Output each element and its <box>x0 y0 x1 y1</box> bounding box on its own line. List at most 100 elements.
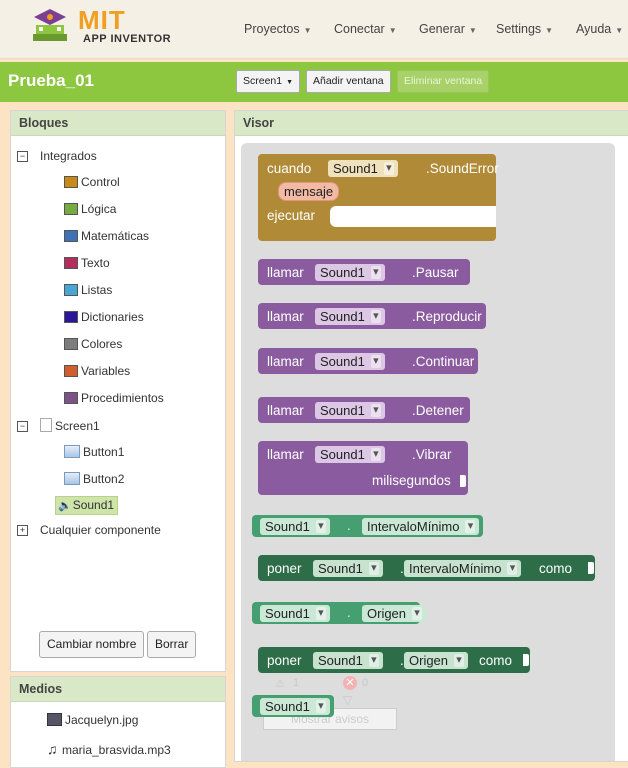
setter-component-dropdown[interactable]: Sound1 <box>313 560 383 577</box>
chevron-down-icon[interactable]: ▽ <box>343 693 352 707</box>
event-do-slot <box>330 206 496 227</box>
screen-icon <box>40 418 52 432</box>
drawer-label: Texto <box>81 256 110 270</box>
collapse-icon[interactable]: − <box>17 421 28 432</box>
call-component-dropdown[interactable]: Sound1 <box>315 446 385 463</box>
tree-any-component-label: Cualquier componente <box>40 523 161 537</box>
tree-builtin-label: Integrados <box>40 149 97 163</box>
dropdown-value: IntervaloMínimo <box>409 561 502 576</box>
warning-icon: ⚠ <box>275 678 285 690</box>
component-button1[interactable]: Button1 <box>64 445 124 459</box>
call-play-block[interactable]: llamar Sound1 .Reproducir <box>258 303 486 329</box>
menu-label: Settings <box>496 22 542 36</box>
sound-error-event-block[interactable]: cuando Sound1 .SoundError mensaje ejecut… <box>258 154 499 241</box>
call-stop-block[interactable]: llamar Sound1 .Detener <box>258 397 470 423</box>
set-label: poner <box>267 653 302 668</box>
tree-builtin[interactable]: − Integrados <box>17 149 97 163</box>
logo-title: MIT <box>78 5 126 35</box>
call-component-dropdown[interactable]: Sound1 <box>315 353 385 370</box>
dropdown-value: Sound1 <box>320 403 365 418</box>
delete-button[interactable]: Borrar <box>147 631 197 658</box>
getter-component-dropdown[interactable]: Sound1 <box>260 518 330 535</box>
drawer-colors[interactable]: Colores <box>64 337 122 351</box>
set-origen-block[interactable]: poner Sound1 . Origen como <box>258 647 530 673</box>
tree-screen1-label: Screen1 <box>55 419 100 433</box>
expand-icon[interactable]: + <box>17 525 28 536</box>
blocks-viewer[interactable]: Visor cuando Sound1 .SoundError mensaje … <box>234 110 628 762</box>
call-component-dropdown[interactable]: Sound1 <box>315 402 385 419</box>
drawer-logic[interactable]: Lógica <box>64 202 116 216</box>
component-label: Sound1 <box>72 498 115 512</box>
getter-property-dropdown[interactable]: IntervaloMínimo <box>362 518 480 535</box>
call-method-label: .Continuar <box>412 354 475 369</box>
dropdown-value: Origen <box>367 606 407 621</box>
call-component-dropdown[interactable]: Sound1 <box>315 308 385 325</box>
call-label: llamar <box>267 309 304 324</box>
button-component-icon <box>64 472 80 485</box>
setter-component-dropdown[interactable]: Sound1 <box>313 652 383 669</box>
text-color-swatch-icon <box>64 257 78 269</box>
control-color-swatch-icon <box>64 176 78 188</box>
app-inventor-logo-icon <box>33 9 67 41</box>
menu-generar[interactable]: Generar ▼ <box>419 22 477 36</box>
tree-screen1[interactable]: − Screen1 <box>17 418 100 433</box>
drawer-label: Control <box>81 175 120 189</box>
call-label: llamar <box>267 354 304 369</box>
tree-any-component[interactable]: + Cualquier componente <box>17 523 161 537</box>
input-socket <box>523 654 529 666</box>
get-origen-block[interactable]: Sound1 . Origen <box>252 602 427 624</box>
menu-conectar[interactable]: Conectar ▼ <box>334 22 397 36</box>
as-label: como <box>479 653 513 668</box>
drawer-control[interactable]: Control <box>64 175 120 189</box>
add-screen-button[interactable]: Añadir ventana <box>306 70 391 93</box>
drawer-procedures[interactable]: Procedimientos <box>64 391 164 405</box>
screen-selector[interactable]: Screen1 ▼ <box>236 70 301 93</box>
input-socket <box>588 562 594 574</box>
get-intervalo-minimo-block[interactable]: Sound1 . IntervaloMínimo <box>252 515 483 537</box>
call-resume-block[interactable]: llamar Sound1 .Continuar <box>258 348 478 374</box>
drawer-lists[interactable]: Listas <box>64 283 112 297</box>
set-intervalo-minimo-block[interactable]: poner Sound1 . IntervaloMínimo como <box>258 555 595 581</box>
dropdown-value: Sound1 <box>318 653 363 668</box>
drawer-text[interactable]: Texto <box>64 256 110 270</box>
drawer-label: Matemáticas <box>81 229 150 243</box>
dropdown-value: IntervaloMínimo <box>367 519 460 534</box>
collapse-icon[interactable]: − <box>17 151 28 162</box>
media-file[interactable]: ♫ maria_brasvida.mp3 <box>47 741 171 757</box>
drawer-dictionaries[interactable]: Dictionaries <box>64 310 144 324</box>
dropdown-value: Sound1 <box>265 699 310 714</box>
screen-selector-label: Screen1 <box>243 75 283 87</box>
blocks-panel-title: Bloques <box>11 111 225 136</box>
call-vibrate-block[interactable]: llamar Sound1 .Vibrar milisegundos <box>258 441 468 495</box>
call-pause-block[interactable]: llamar Sound1 .Pausar <box>258 259 470 285</box>
procedures-color-swatch-icon <box>64 392 78 404</box>
setter-property-dropdown[interactable]: IntervaloMínimo <box>404 560 522 577</box>
menu-ayuda[interactable]: Ayuda ▼ <box>576 22 623 36</box>
media-panel: Medios Jacquelyn.jpg ♫ maria_brasvida.mp3 <box>10 676 226 768</box>
errors-count: 0 <box>362 677 369 689</box>
app-inventor-logo[interactable]: MIT APP INVENTOR <box>30 5 180 51</box>
setter-property-dropdown[interactable]: Origen <box>404 652 469 669</box>
dropdown-value: Sound1 <box>320 447 365 462</box>
menu-proyectos[interactable]: Proyectos ▼ <box>244 22 312 36</box>
event-param-mensaje[interactable]: mensaje <box>278 182 340 201</box>
remove-screen-button[interactable]: Eliminar ventana <box>397 70 490 93</box>
drawer-variables[interactable]: Variables <box>64 364 130 378</box>
media-file-name: maria_brasvida.mp3 <box>62 743 171 757</box>
component-button2[interactable]: Button2 <box>64 472 124 486</box>
project-name: Prueba_01 <box>8 71 94 90</box>
rename-button[interactable]: Cambiar nombre <box>39 631 145 658</box>
component-sound1[interactable]: 🔈Sound1 <box>55 496 119 515</box>
drawer-math[interactable]: Matemáticas <box>64 229 149 243</box>
getter-property-dropdown[interactable]: Origen <box>362 605 427 622</box>
call-component-dropdown[interactable]: Sound1 <box>315 264 385 281</box>
getter-component-dropdown[interactable]: Sound1 <box>260 605 330 622</box>
event-component-dropdown[interactable]: Sound1 <box>328 160 398 177</box>
dot-separator: . <box>347 518 351 533</box>
media-file[interactable]: Jacquelyn.jpg <box>47 713 138 727</box>
event-when-label: cuando <box>267 161 312 176</box>
drawer-label: Variables <box>81 364 131 378</box>
component-block-dropdown[interactable]: Sound1 <box>260 698 330 715</box>
sound1-component-block[interactable]: Sound1 <box>252 695 334 717</box>
menu-settings[interactable]: Settings ▼ <box>496 22 553 36</box>
